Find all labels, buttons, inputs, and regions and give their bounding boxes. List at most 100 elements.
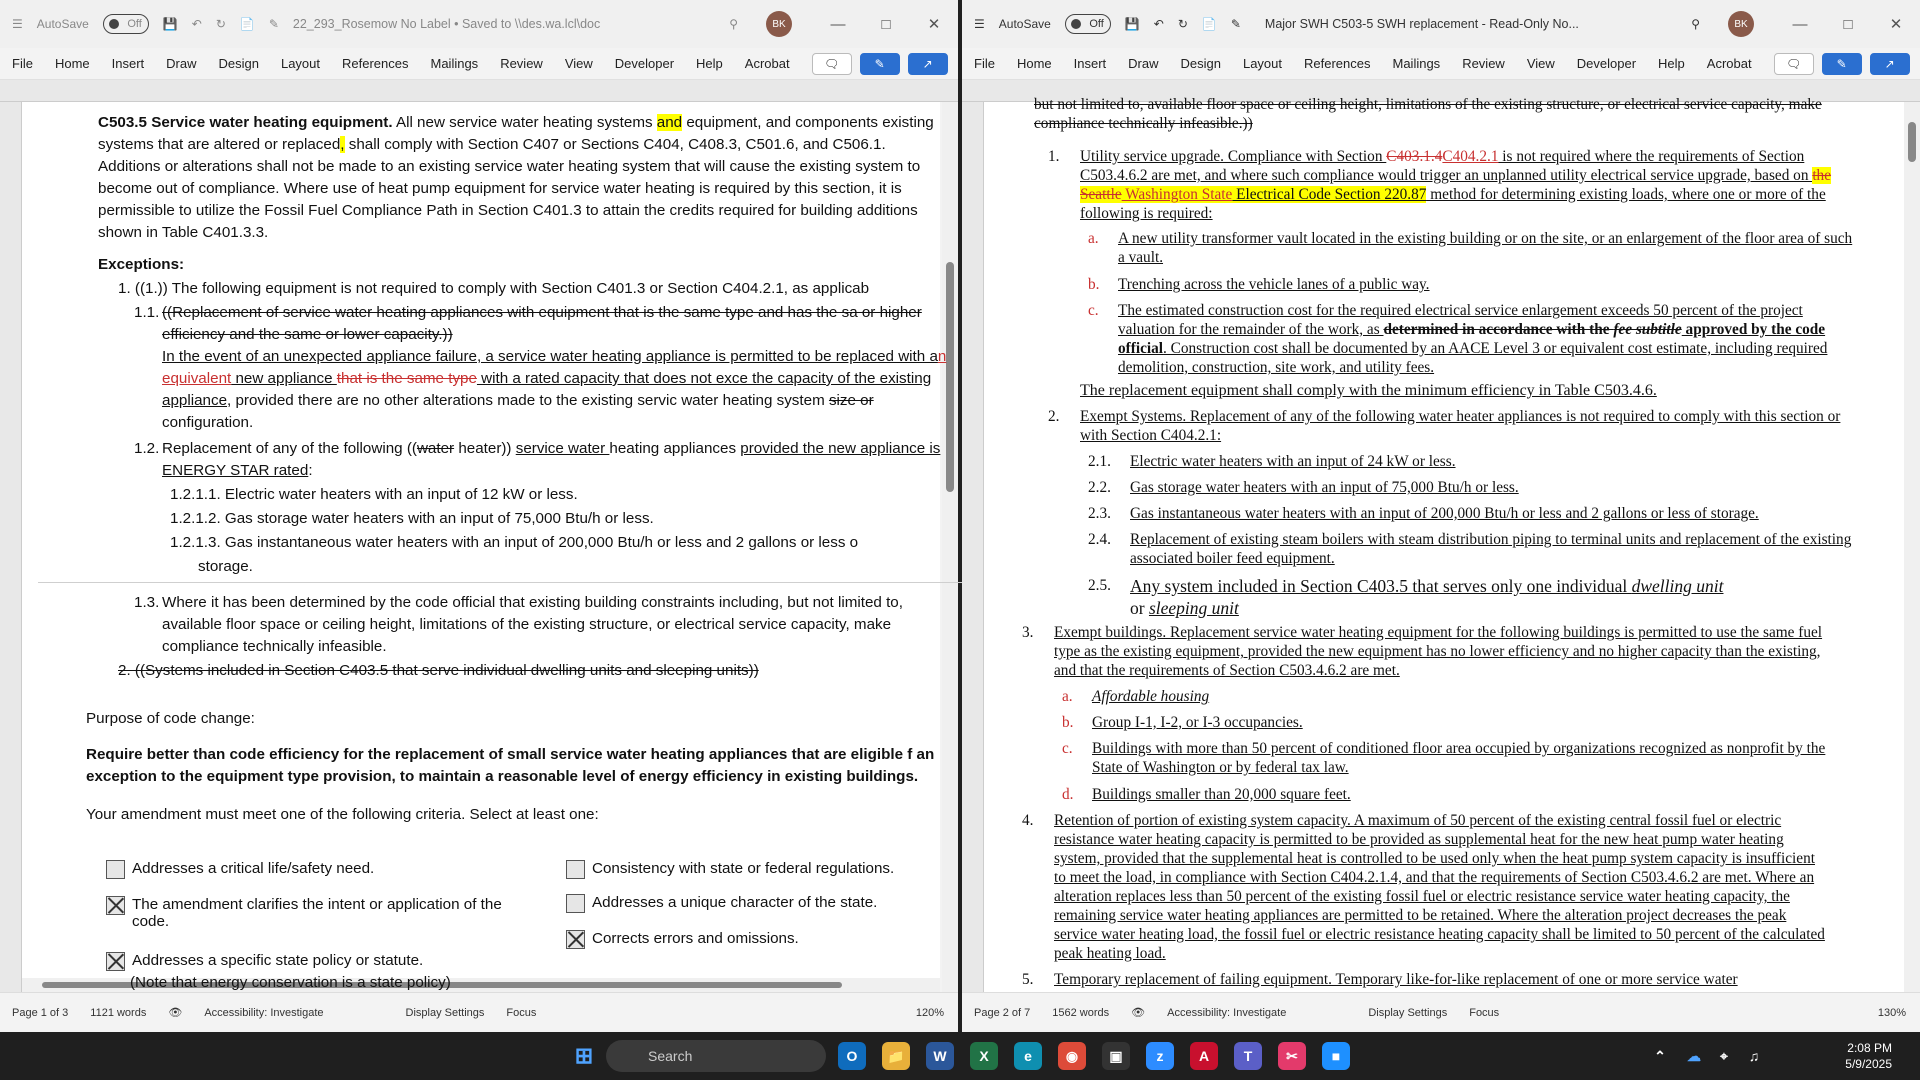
excel-icon[interactable]: X	[970, 1042, 998, 1070]
menu-references[interactable]: References	[342, 56, 408, 71]
vertical-ruler[interactable]	[962, 102, 984, 992]
chevron-up-icon[interactable]: ⌃	[1646, 1042, 1674, 1070]
draw-icon[interactable]: ✎	[1231, 17, 1241, 31]
zoom-level[interactable]: 120%	[916, 1007, 944, 1019]
horizontal-ruler[interactable]	[0, 80, 958, 102]
checkbox[interactable]	[566, 894, 585, 913]
checkbox[interactable]	[566, 860, 585, 879]
menu-file[interactable]: File	[12, 56, 33, 71]
new-doc-icon[interactable]: 📄	[240, 17, 255, 31]
menu-insert[interactable]: Insert	[1074, 56, 1107, 71]
page-count[interactable]: Page 2 of 7	[974, 1007, 1030, 1019]
menu-home[interactable]: Home	[1017, 56, 1052, 71]
menu-design[interactable]: Design	[1181, 56, 1221, 71]
undo-icon[interactable]: ↶	[1154, 17, 1164, 31]
accessibility-status[interactable]: Accessibility: Investigate	[204, 1007, 323, 1019]
checkbox-unique-character[interactable]: Addresses a unique character of the stat…	[566, 894, 877, 913]
avatar[interactable]: BK	[766, 11, 792, 37]
search-icon[interactable]: ⚲	[729, 17, 738, 31]
vertical-ruler[interactable]	[0, 102, 22, 992]
redo-icon[interactable]: ↻	[1178, 17, 1188, 31]
save-icon[interactable]: 💾	[163, 17, 178, 31]
checkbox[interactable]	[106, 952, 125, 971]
checkbox-state-policy[interactable]: Addresses a specific state policy or sta…	[106, 952, 423, 971]
menu-draw[interactable]: Draw	[166, 56, 196, 71]
onedrive-icon[interactable]: ☁	[1680, 1042, 1708, 1070]
menu-view[interactable]: View	[565, 56, 593, 71]
save-icon[interactable]: 💾	[1125, 17, 1140, 31]
snipping-tool-icon[interactable]: ✂	[1278, 1042, 1306, 1070]
minimize-icon[interactable]: —	[1776, 16, 1824, 33]
edge-icon[interactable]: e	[1014, 1042, 1042, 1070]
new-doc-icon[interactable]: 📄	[1202, 17, 1217, 31]
acrobat-icon[interactable]: A	[1190, 1042, 1218, 1070]
menu-acrobat[interactable]: Acrobat	[1707, 56, 1752, 71]
taskbar-search[interactable]: Search	[606, 1040, 826, 1072]
teams-icon[interactable]: T	[1234, 1042, 1262, 1070]
menu-design[interactable]: Design	[219, 56, 259, 71]
remote-desktop-icon[interactable]: ■	[1322, 1042, 1350, 1070]
proofing-icon[interactable]: 👁	[1131, 1006, 1145, 1019]
comments-button[interactable]: 🗨	[811, 52, 852, 75]
maximize-icon[interactable]: □	[862, 16, 910, 33]
menu-mailings[interactable]: Mailings	[431, 56, 479, 71]
network-icon[interactable]: ⌖	[1710, 1042, 1738, 1070]
checkbox[interactable]	[106, 896, 125, 915]
editing-button[interactable]: ✎	[1821, 52, 1862, 75]
undo-icon[interactable]: ↶	[192, 17, 202, 31]
redo-icon[interactable]: ↻	[216, 17, 226, 31]
file-explorer-icon[interactable]: 📁	[882, 1042, 910, 1070]
minimize-icon[interactable]: —	[814, 16, 862, 33]
checkbox-clarifies-intent[interactable]: The amendment clarifies the intent or ap…	[106, 896, 526, 930]
menu-layout[interactable]: Layout	[1243, 56, 1282, 71]
volume-icon[interactable]: ♫	[1740, 1042, 1768, 1070]
display-settings[interactable]: Display Settings	[1368, 1007, 1447, 1019]
outlook-icon[interactable]: O	[838, 1042, 866, 1070]
word-app-icon[interactable]: ☰	[974, 17, 985, 31]
search-icon[interactable]: ⚲	[1691, 17, 1700, 31]
share-button[interactable]: ↗	[907, 52, 948, 75]
word-count[interactable]: 1121 words	[90, 1007, 146, 1019]
menu-help[interactable]: Help	[1658, 56, 1685, 71]
menu-home[interactable]: Home	[55, 56, 90, 71]
menu-file[interactable]: File	[974, 56, 995, 71]
menu-acrobat[interactable]: Acrobat	[745, 56, 790, 71]
menu-draw[interactable]: Draw	[1128, 56, 1158, 71]
menu-references[interactable]: References	[1304, 56, 1370, 71]
menu-view[interactable]: View	[1527, 56, 1555, 71]
page-count[interactable]: Page 1 of 3	[12, 1007, 68, 1019]
menu-layout[interactable]: Layout	[281, 56, 320, 71]
chrome-icon[interactable]: ◉	[1058, 1042, 1086, 1070]
accessibility-status[interactable]: Accessibility: Investigate	[1167, 1007, 1286, 1019]
zoom-level[interactable]: 130%	[1878, 1007, 1906, 1019]
focus-mode[interactable]: Focus	[506, 1007, 536, 1019]
focus-mode[interactable]: Focus	[1469, 1007, 1499, 1019]
share-button[interactable]: ↗	[1869, 52, 1910, 75]
close-icon[interactable]: ✕	[910, 15, 958, 33]
clock[interactable]: 2:08 PM 5/9/2025	[1845, 1040, 1892, 1072]
display-settings[interactable]: Display Settings	[406, 1007, 485, 1019]
menu-developer[interactable]: Developer	[1577, 56, 1636, 71]
windows-start-icon[interactable]: ⊞	[570, 1042, 598, 1070]
autosave-toggle[interactable]: Off	[1064, 14, 1111, 34]
close-icon[interactable]: ✕	[1872, 15, 1920, 33]
checkbox[interactable]	[566, 930, 585, 949]
comments-button[interactable]: 🗨	[1773, 52, 1814, 75]
avatar[interactable]: BK	[1728, 11, 1754, 37]
draw-icon[interactable]: ✎	[269, 17, 279, 31]
menu-insert[interactable]: Insert	[112, 56, 145, 71]
vertical-scrollbar[interactable]	[1904, 102, 1920, 992]
editing-button[interactable]: ✎	[859, 52, 900, 75]
checkbox[interactable]	[106, 860, 125, 879]
word-app-icon[interactable]: ☰	[12, 17, 23, 31]
proofing-icon[interactable]: 👁	[168, 1006, 182, 1019]
word-count[interactable]: 1562 words	[1052, 1007, 1109, 1019]
zoom-icon[interactable]: z	[1146, 1042, 1174, 1070]
maximize-icon[interactable]: □	[1824, 16, 1872, 33]
checkbox-corrects-errors[interactable]: Corrects errors and omissions.	[566, 930, 799, 949]
menu-help[interactable]: Help	[696, 56, 723, 71]
menu-review[interactable]: Review	[500, 56, 543, 71]
word-icon[interactable]: W	[926, 1042, 954, 1070]
menu-developer[interactable]: Developer	[615, 56, 674, 71]
menu-review[interactable]: Review	[1462, 56, 1505, 71]
